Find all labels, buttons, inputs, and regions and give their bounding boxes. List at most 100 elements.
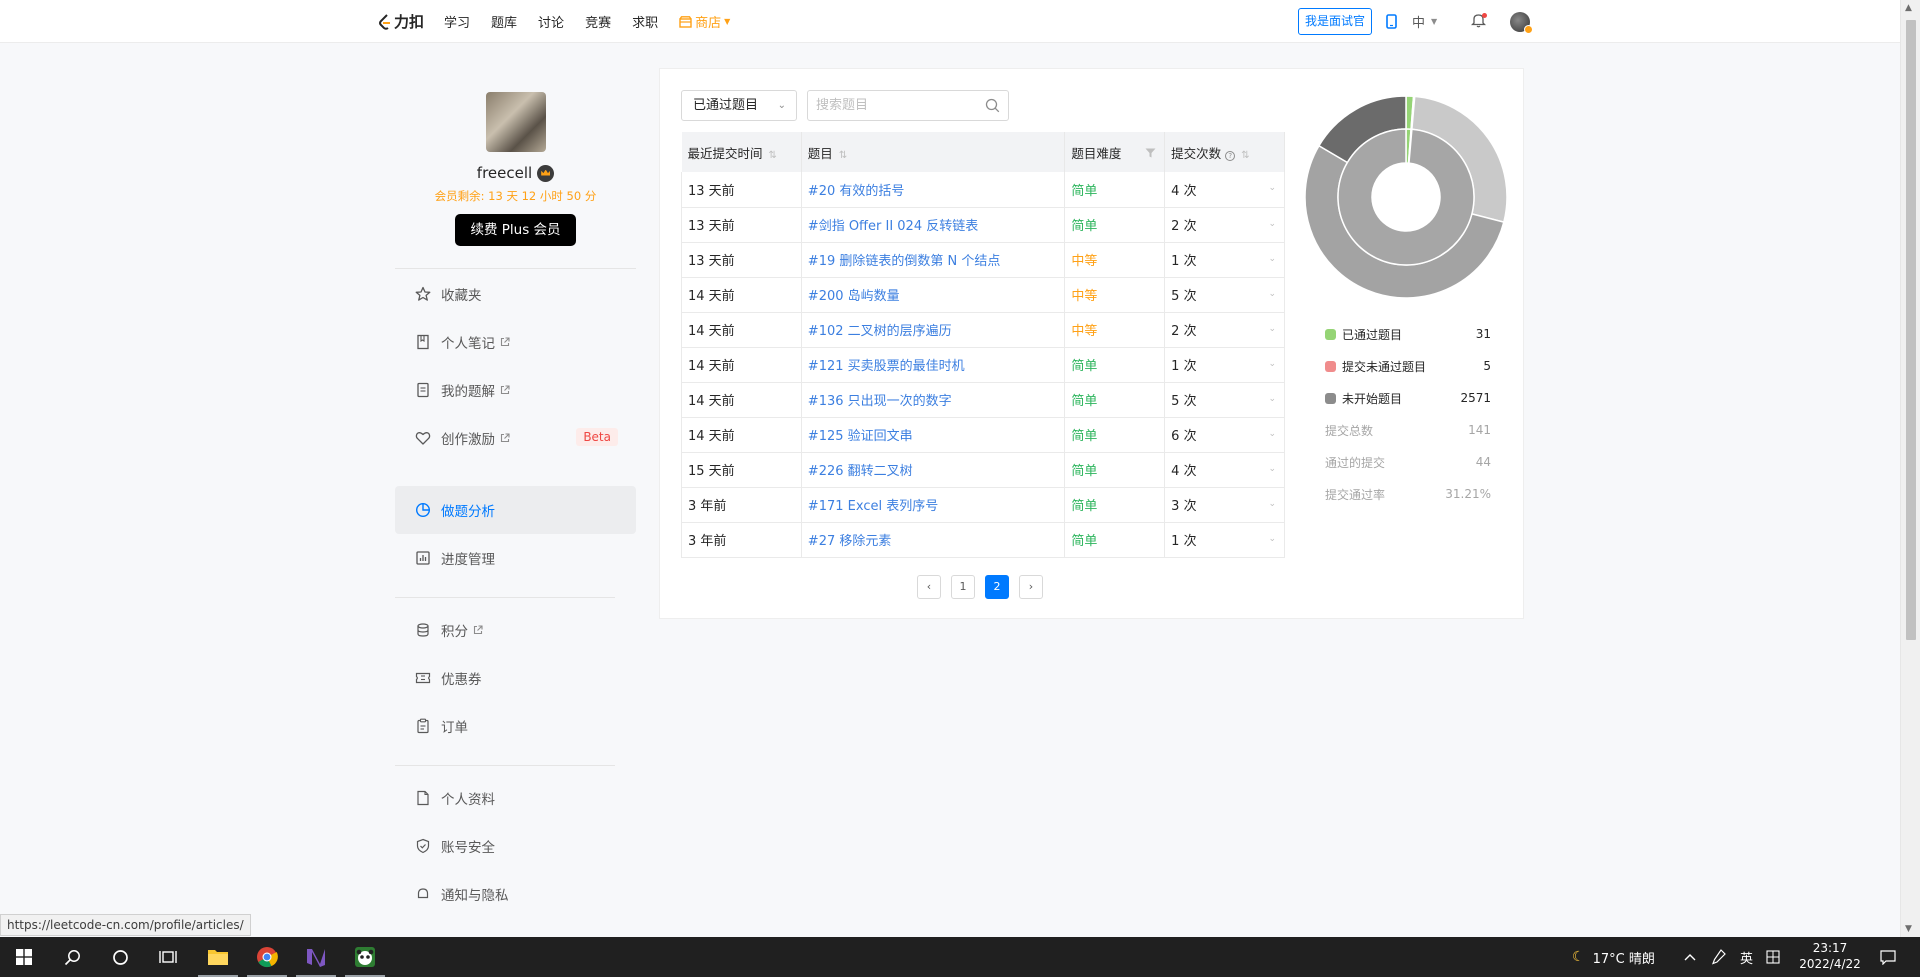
problem-search-input[interactable]	[808, 91, 978, 120]
page-button-2[interactable]: 2	[985, 575, 1009, 599]
prev-page-button[interactable]: ‹	[917, 575, 941, 599]
scroll-down-icon[interactable]: ▼	[1905, 924, 1912, 934]
search-icon[interactable]	[985, 98, 1000, 113]
nav-link-jobs[interactable]: 求职	[632, 12, 658, 31]
profile-avatar[interactable]	[485, 92, 546, 152]
sidebar-item-profile[interactable]: 个人资料	[395, 774, 636, 822]
page-button-1[interactable]: 1	[951, 575, 975, 599]
page-scrollbar[interactable]: ▲ ▼	[1900, 0, 1920, 937]
column-header-title[interactable]: 题目 ⇅	[801, 132, 1066, 172]
nav-link-discuss[interactable]: 讨论	[538, 12, 564, 31]
sidebar-item-progress[interactable]: 进度管理	[395, 534, 636, 582]
notification-bell-icon[interactable]	[1471, 12, 1488, 32]
problem-title-link[interactable]: #102 二叉树的层序遍历	[808, 324, 952, 339]
problem-title-link[interactable]: #20 有效的括号	[808, 184, 905, 199]
table-row[interactable]: 14 天前 #121 买卖股票的最佳时机 简单 1 次 ⌄	[681, 347, 1285, 383]
sidebar-item-problem-analysis[interactable]: 做题分析	[395, 486, 636, 534]
notification-center-icon[interactable]	[1880, 937, 1896, 977]
table-row[interactable]: 3 年前 #171 Excel 表列序号 简单 3 次 ⌄	[681, 487, 1285, 523]
table-row[interactable]: 14 天前 #200 岛屿数量 中等 5 次 ⌄	[681, 277, 1285, 313]
chevron-down-icon[interactable]: ⌄	[1268, 394, 1276, 404]
problem-title-link[interactable]: #剑指 Offer II 024 反转链表	[808, 219, 978, 234]
submission-count-cell[interactable]: 2 次 ⌄	[1164, 312, 1285, 348]
weather-widget[interactable]: ☾ 17°C 晴朗	[1572, 937, 1655, 977]
problem-title-link[interactable]: #171 Excel 表列序号	[808, 499, 938, 514]
column-header-difficulty[interactable]: 题目难度	[1064, 132, 1166, 172]
chevron-down-icon[interactable]: ⌄	[1268, 219, 1276, 229]
scrollbar-thumb[interactable]	[1906, 20, 1916, 640]
chevron-down-icon[interactable]: ⌄	[1268, 429, 1276, 439]
status-filter-select[interactable]: 已通过题目 ⌄	[681, 90, 797, 121]
submission-count-cell[interactable]: 5 次 ⌄	[1164, 277, 1285, 313]
chrome-icon[interactable]	[243, 937, 291, 977]
table-row[interactable]: 14 天前 #102 二叉树的层序遍历 中等 2 次 ⌄	[681, 312, 1285, 348]
windows-start-icon[interactable]	[0, 937, 48, 977]
sidebar-item-favorites[interactable]: 收藏夹	[395, 270, 636, 318]
filter-icon[interactable]	[1145, 146, 1156, 161]
sidebar-item-points[interactable]: 积分	[395, 606, 636, 654]
mobile-app-icon[interactable]	[1386, 14, 1397, 29]
cortana-icon[interactable]	[96, 937, 144, 977]
table-row[interactable]: 14 天前 #136 只出现一次的数字 简单 5 次 ⌄	[681, 382, 1285, 418]
pen-icon[interactable]	[1712, 937, 1726, 977]
submission-count-cell[interactable]: 1 次 ⌄	[1164, 522, 1285, 558]
submission-count-cell[interactable]: 4 次 ⌄	[1164, 172, 1285, 208]
submission-count-cell[interactable]: 6 次 ⌄	[1164, 417, 1285, 453]
table-row[interactable]: 13 天前 #20 有效的括号 简单 4 次 ⌄	[681, 172, 1285, 208]
ime-mode-icon[interactable]	[1766, 937, 1780, 977]
user-avatar-menu[interactable]	[1510, 11, 1534, 34]
table-row[interactable]: 13 天前 #19 删除链表的倒数第 N 个结点 中等 1 次 ⌄	[681, 242, 1285, 278]
problem-title-link[interactable]: #19 删除链表的倒数第 N 个结点	[808, 254, 1001, 269]
chevron-down-icon[interactable]: ⌄	[1268, 499, 1276, 509]
sidebar-item-solutions[interactable]: 我的题解	[395, 366, 636, 414]
table-row[interactable]: 15 天前 #226 翻转二叉树 简单 4 次 ⌄	[681, 452, 1285, 488]
task-view-icon[interactable]	[144, 937, 192, 977]
problem-title-link[interactable]: #226 翻转二叉树	[808, 464, 913, 479]
problem-title-link[interactable]: #125 验证回文串	[808, 429, 913, 444]
column-header-submissions[interactable]: 提交次数? ⇅	[1164, 132, 1285, 172]
table-row[interactable]: 14 天前 #125 验证回文串 简单 6 次 ⌄	[681, 417, 1285, 453]
submission-count-cell[interactable]: 1 次 ⌄	[1164, 242, 1285, 278]
help-icon[interactable]: ?	[1225, 150, 1236, 161]
next-page-button[interactable]: ›	[1019, 575, 1043, 599]
taskbar-clock[interactable]: 23:17 2022/4/22	[1782, 940, 1878, 972]
submission-count-cell[interactable]: 5 次 ⌄	[1164, 382, 1285, 418]
ime-indicator[interactable]: 英	[1740, 937, 1753, 977]
visual-studio-icon[interactable]	[292, 937, 340, 977]
sidebar-item-coupons[interactable]: 优惠券	[395, 654, 636, 702]
nav-store-menu[interactable]: 商店 ▼	[679, 12, 730, 31]
chevron-down-icon[interactable]: ⌄	[1268, 183, 1276, 193]
nav-link-contest[interactable]: 竞赛	[585, 12, 611, 31]
submission-count-cell[interactable]: 1 次 ⌄	[1164, 347, 1285, 383]
nav-link-learn[interactable]: 学习	[444, 12, 470, 31]
inner-ring-slice-2[interactable]	[1337, 128, 1475, 266]
leetcode-logo[interactable]: 力扣	[378, 11, 424, 32]
chevron-down-icon[interactable]: ⌄	[1268, 464, 1276, 474]
taskbar-search-icon[interactable]	[48, 937, 96, 977]
sidebar-item-notifications-privacy[interactable]: 通知与隐私	[395, 870, 636, 918]
chevron-down-icon[interactable]: ⌄	[1268, 359, 1276, 369]
problem-title-link[interactable]: #121 买卖股票的最佳时机	[808, 359, 965, 374]
problem-title-link[interactable]: #27 移除元素	[808, 534, 892, 549]
chevron-down-icon[interactable]: ⌄	[1268, 289, 1276, 299]
chevron-down-icon[interactable]: ⌄	[1268, 324, 1276, 334]
sidebar-item-account-security[interactable]: 账号安全	[395, 822, 636, 870]
problem-title-link[interactable]: #136 只出现一次的数字	[808, 394, 952, 409]
chevron-down-icon[interactable]: ⌄	[1268, 254, 1276, 264]
sidebar-item-creator-incentive[interactable]: 创作激励 Beta	[395, 414, 636, 462]
problem-title-link[interactable]: #200 岛屿数量	[808, 289, 900, 304]
submission-count-cell[interactable]: 2 次 ⌄	[1164, 207, 1285, 243]
chevron-down-icon[interactable]: ⌄	[1268, 534, 1276, 544]
file-explorer-icon[interactable]	[194, 937, 242, 977]
table-row[interactable]: 13 天前 #剑指 Offer II 024 反转链表 简单 2 次 ⌄	[681, 207, 1285, 243]
sidebar-item-notes[interactable]: 个人笔记	[395, 318, 636, 366]
panda-app-icon[interactable]	[341, 937, 389, 977]
language-switcher[interactable]: 中 ▼	[1412, 12, 1437, 31]
show-hidden-icons-chevron-icon[interactable]	[1684, 937, 1696, 977]
renew-plus-button[interactable]: 续费 Plus 会员	[455, 214, 576, 246]
interviewer-button[interactable]: 我是面试官	[1298, 8, 1373, 35]
sort-icon[interactable]: ⇅	[769, 150, 777, 161]
sort-icon[interactable]: ⇅	[1241, 150, 1249, 161]
submission-count-cell[interactable]: 3 次 ⌄	[1164, 487, 1285, 523]
scroll-up-icon[interactable]: ▲	[1905, 3, 1912, 13]
